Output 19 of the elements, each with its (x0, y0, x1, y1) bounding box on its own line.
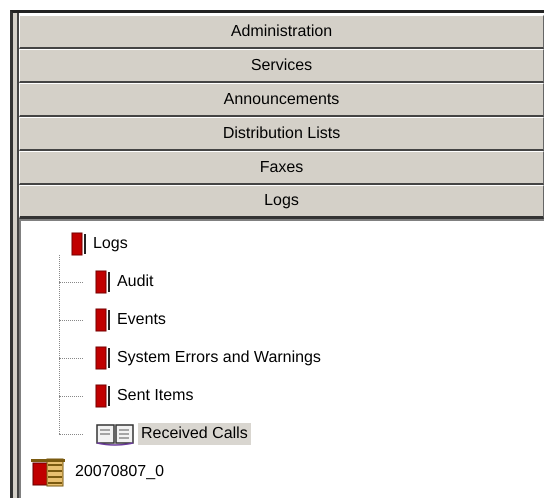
tree-item[interactable]: Logs (90, 233, 131, 255)
book-icon (95, 384, 111, 408)
book-icon (71, 232, 87, 256)
tree-item[interactable]: Audit (114, 271, 156, 293)
book-icon (95, 308, 111, 332)
tree-item[interactable]: Received Calls (138, 423, 251, 445)
section-button[interactable]: Distribution Lists (19, 117, 544, 151)
book-icon (95, 346, 111, 370)
tree-item[interactable]: Sent Items (114, 385, 196, 407)
section-button[interactable]: Administration (19, 15, 544, 49)
section-button[interactable]: Faxes (19, 151, 544, 185)
section-button[interactable]: Services (19, 49, 544, 83)
tree-item[interactable]: System Errors and Warnings (114, 347, 324, 369)
book-icon (95, 270, 111, 294)
section-button[interactable]: Announcements (19, 83, 544, 117)
open-book-icon (95, 422, 135, 446)
tree-item[interactable]: Events (114, 309, 169, 331)
tree-item[interactable]: 20070807_0 (72, 461, 167, 483)
section-button[interactable]: Logs (19, 185, 544, 219)
